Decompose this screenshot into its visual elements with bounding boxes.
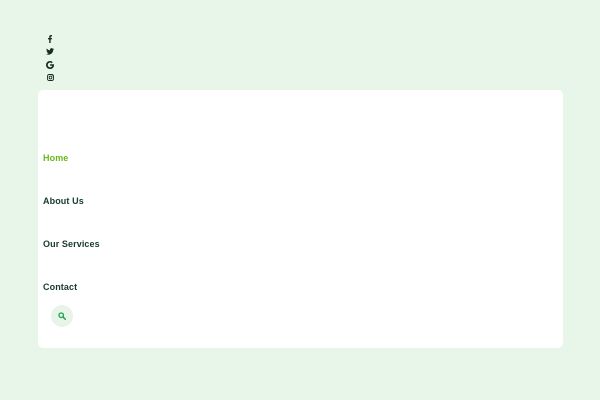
facebook-icon (48, 34, 52, 43)
menu-panel: Home About Us Our Services Contact (38, 90, 563, 348)
social-link-google[interactable] (44, 58, 56, 71)
nav-link-our-services[interactable]: Our Services (43, 238, 100, 250)
social-link-instagram[interactable] (44, 71, 56, 84)
nav-item-our-services: Our Services (43, 234, 100, 277)
nav-item-home: Home (43, 148, 100, 191)
twitter-icon (46, 48, 54, 55)
social-link-facebook[interactable] (44, 32, 56, 45)
page-root: Home About Us Our Services Contact (0, 0, 600, 400)
nav-link-home[interactable]: Home (43, 152, 68, 164)
nav-item-about-us: About Us (43, 191, 100, 234)
search-icon (58, 312, 66, 320)
social-links (44, 32, 58, 84)
search-button[interactable] (51, 305, 73, 327)
main-navigation: Home About Us Our Services Contact (43, 148, 100, 320)
nav-link-contact[interactable]: Contact (43, 281, 77, 293)
nav-link-about-us[interactable]: About Us (43, 195, 84, 207)
instagram-icon (46, 74, 54, 81)
google-icon (46, 60, 54, 69)
social-link-twitter[interactable] (44, 45, 56, 58)
